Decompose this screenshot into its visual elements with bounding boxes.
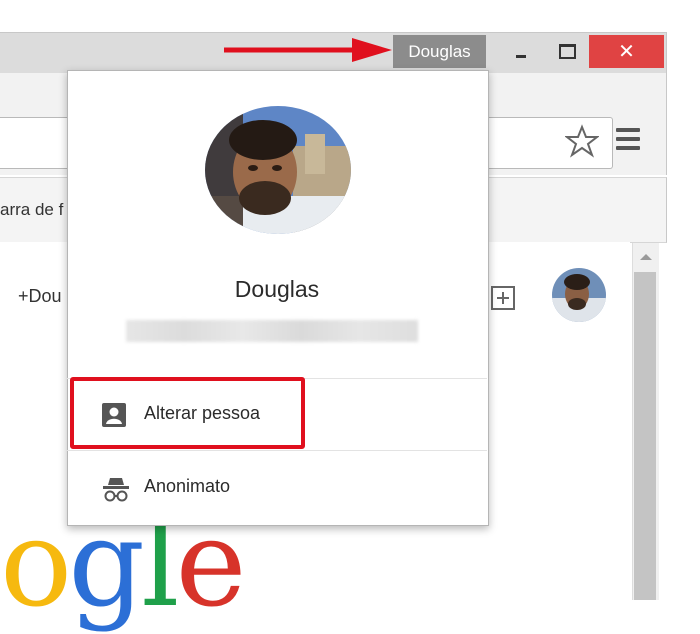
profile-name: Douglas <box>234 276 320 302</box>
incognito-label: Anonimato <box>144 476 231 496</box>
profile-button[interactable]: Douglas <box>393 35 486 68</box>
red-highlight-annotation <box>70 377 305 449</box>
account-avatar[interactable] <box>552 268 606 322</box>
red-arrow-annotation <box>222 35 394 65</box>
scroll-up-icon[interactable] <box>640 254 652 260</box>
minimize-icon <box>516 55 526 58</box>
bookmarks-bar-text[interactable]: arra de f <box>0 200 63 220</box>
bookmark-star-icon[interactable] <box>564 124 600 158</box>
scrollbar-thumb[interactable] <box>634 272 656 600</box>
add-box-icon[interactable] <box>489 284 519 314</box>
incognito-item[interactable]: Anonimato <box>67 451 487 523</box>
maximize-button[interactable] <box>548 35 586 68</box>
email-redacted <box>126 320 418 342</box>
minimize-button[interactable] <box>502 35 540 68</box>
profile-avatar <box>203 106 353 234</box>
google-plus-user-link[interactable]: +Dou <box>18 286 62 307</box>
incognito-icon <box>101 475 129 502</box>
chrome-menu-icon[interactable] <box>616 128 640 152</box>
close-icon: ✕ <box>618 41 635 63</box>
close-button[interactable]: ✕ <box>589 35 664 68</box>
maximize-icon <box>558 44 576 59</box>
